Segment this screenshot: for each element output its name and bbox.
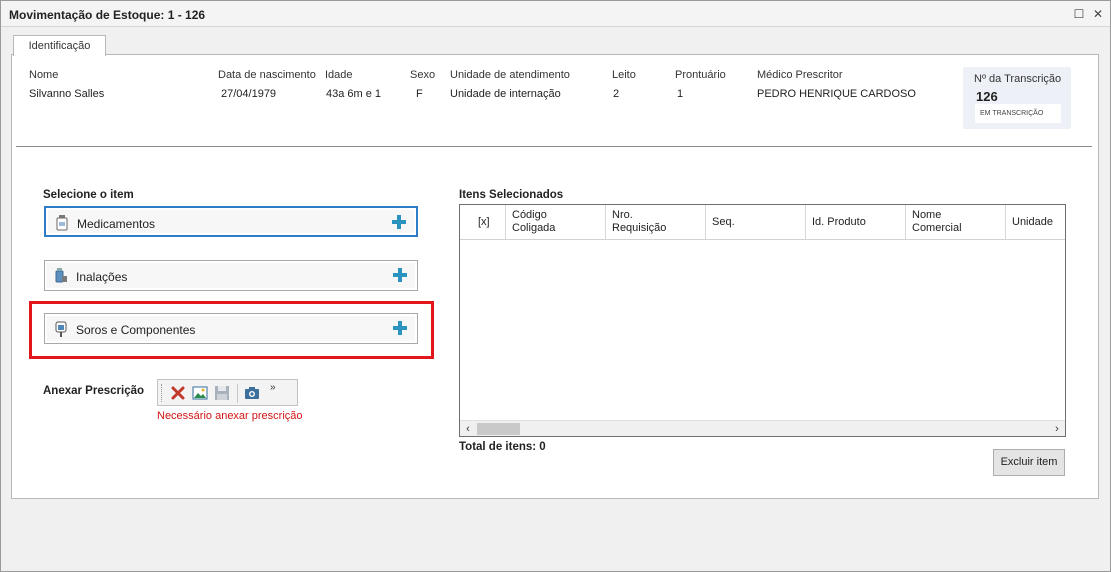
column-header-nro-requisicao[interactable]: Nro. Requisição <box>606 205 706 239</box>
transcription-box: Nº da Transcrição 126 EM TRANSCRIÇÃO <box>963 67 1071 129</box>
attach-prescription-label: Anexar Prescrição <box>43 385 145 397</box>
age-label: Idade <box>325 69 353 81</box>
medicine-bottle-icon <box>56 215 68 231</box>
prescriber-label: Médico Prescritor <box>757 69 843 81</box>
transcription-label: Nº da Transcrição <box>974 73 1062 85</box>
horizontal-scrollbar[interactable]: ‹ › <box>460 420 1065 436</box>
image-icon[interactable] <box>192 385 208 401</box>
iv-bag-icon <box>55 321 67 337</box>
sex-label: Sexo <box>410 69 436 81</box>
attach-warning: Necessário anexar prescrição <box>157 410 303 422</box>
toolbar-separator <box>237 384 238 403</box>
column-header-unidade[interactable]: Unidade <box>1006 205 1067 239</box>
medicamentos-label: Medicamentos <box>77 217 156 231</box>
selected-items-grid[interactable]: [x] Código Coligada Nro. Requisição Seq. I… <box>459 204 1066 437</box>
record-value: 1 <box>677 88 684 100</box>
inalacoes-label: Inalações <box>76 270 128 284</box>
title-bar: Movimentação de Estoque: 1 - 126 ☐ ✕ <box>1 1 1110 27</box>
care-unit-value: Unidade de internação <box>450 88 561 100</box>
delete-icon[interactable] <box>170 385 186 401</box>
age-value: 43a 6m e 1 <box>326 88 382 100</box>
patient-name-value: Silvanno Salles <box>29 88 105 100</box>
sex-value: F <box>416 88 423 100</box>
scroll-right-icon[interactable]: › <box>1051 423 1063 435</box>
scroll-left-icon[interactable]: ‹ <box>462 423 474 435</box>
identification-panel: Nome Silvanno Salles Data de nascimento … <box>11 54 1099 499</box>
column-header-nome-comercial[interactable]: Nome Comercial <box>906 205 1006 239</box>
stock-movement-window: Movimentação de Estoque: 1 - 126 ☐ ✕ Ide… <box>0 0 1111 572</box>
selected-items-title: Itens Selecionados <box>459 189 564 201</box>
plus-icon <box>392 215 406 229</box>
save-icon[interactable] <box>214 385 230 401</box>
soros-label: Soros e Componentes <box>76 323 196 337</box>
maximize-icon[interactable]: ☐ <box>1072 7 1086 21</box>
close-icon[interactable]: ✕ <box>1091 7 1105 21</box>
window-title: Movimentação de Estoque: 1 - 126 <box>9 8 206 22</box>
header-divider <box>16 146 1092 147</box>
delete-item-button[interactable]: Excluir item <box>993 449 1065 476</box>
column-header-codigo-coligada[interactable]: Código Coligada <box>506 205 606 239</box>
bed-label: Leito <box>612 69 636 81</box>
total-items: Total de itens: 0 <box>459 441 546 453</box>
column-header-id-produto[interactable]: Id. Produto <box>806 205 906 239</box>
transcription-status-badge: EM TRANSCRIÇÃO <box>975 104 1061 123</box>
select-item-title: Selecione o item <box>43 189 134 201</box>
plus-icon <box>393 321 407 335</box>
add-medicamentos-button[interactable]: Medicamentos <box>44 206 418 237</box>
care-unit-label: Unidade de atendimento <box>450 69 570 81</box>
toolbar-overflow-icon[interactable]: » <box>270 382 276 393</box>
scrollbar-thumb[interactable] <box>477 423 520 435</box>
bed-value: 2 <box>613 88 620 100</box>
prescriber-value: PEDRO HENRIQUE CARDOSO <box>757 88 916 100</box>
column-header-seq[interactable]: Seq. <box>706 205 806 239</box>
attach-toolbar: » <box>157 379 298 406</box>
birthdate-value: 27/04/1979 <box>221 88 277 100</box>
column-header-select[interactable]: [x] <box>460 205 506 239</box>
toolbar-grip[interactable] <box>161 384 163 402</box>
record-label: Prontuário <box>675 69 726 81</box>
camera-icon[interactable] <box>244 385 260 401</box>
tab-identificacao[interactable]: Identificação <box>13 35 106 56</box>
birthdate-label: Data de nascimento <box>218 69 316 81</box>
grid-header: [x] Código Coligada Nro. Requisição Seq. I… <box>460 205 1065 240</box>
patient-name-label: Nome <box>29 69 59 81</box>
add-soros-button[interactable]: Soros e Componentes <box>44 313 418 344</box>
plus-icon <box>393 268 407 282</box>
inhaler-icon <box>55 268 67 283</box>
tab-identificacao-label: Identificação <box>28 40 91 52</box>
add-inalacoes-button[interactable]: Inalações <box>44 260 418 291</box>
transcription-number: 126 <box>976 89 998 104</box>
